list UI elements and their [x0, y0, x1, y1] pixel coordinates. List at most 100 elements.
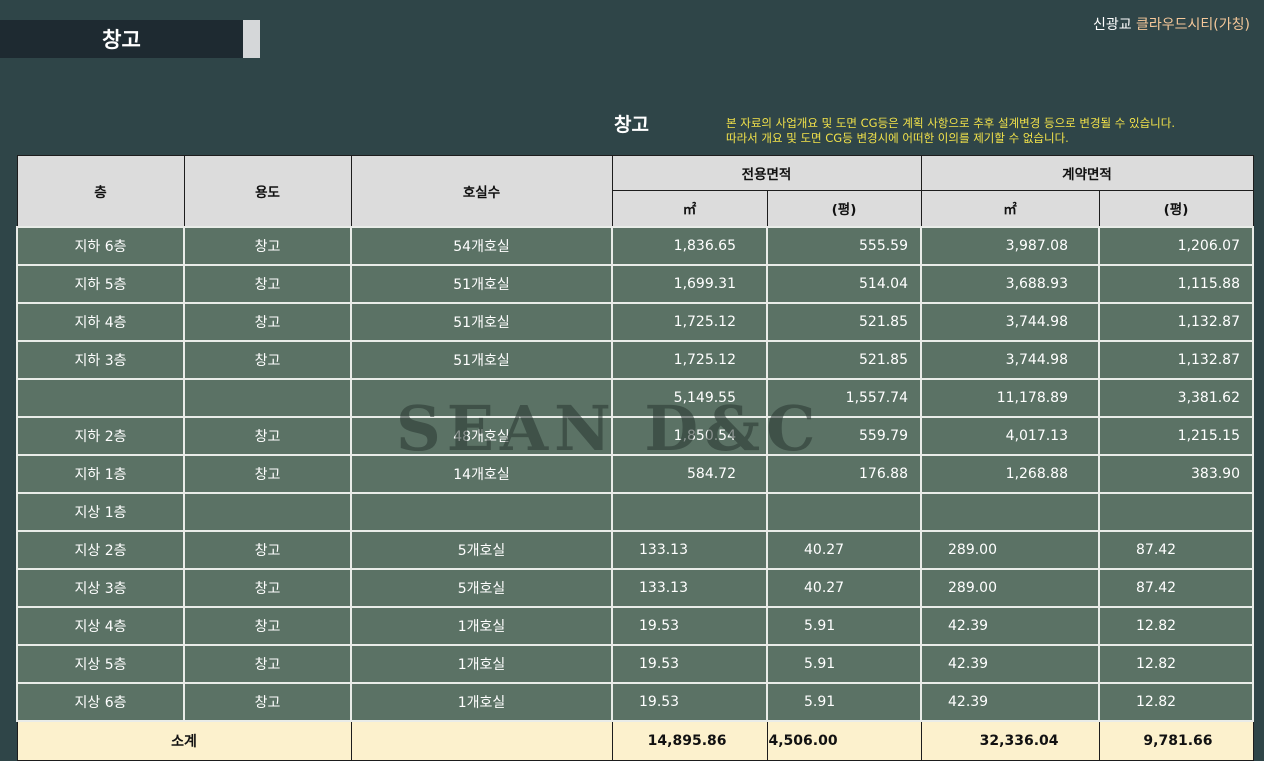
use-cell: 창고 [183, 681, 352, 722]
floor-cell: 지상 4층 [16, 605, 185, 646]
exclusive-m2-cell: 1,725.12 [611, 339, 768, 380]
table-row: 지하 4층 창고 51개호실 1,725.12 521.85 3,744.98 1,132.… [16, 301, 1254, 342]
contract-pyeong-cell: 1,132.87 [1098, 339, 1254, 380]
notice-line-2: 따라서 개요 및 도면 CG등 변경시에 어떠한 이의를 제기할 수 없습니다. [726, 131, 1069, 145]
contract-pyeong-cell: 383.90 [1098, 453, 1254, 494]
floor-cell: 지하 4층 [16, 301, 185, 342]
header-exclusive-m2: ㎡ [611, 190, 768, 227]
title-accent-block [243, 20, 260, 58]
use-cell [183, 491, 352, 532]
header-units: 호실수 [350, 155, 613, 227]
contract-pyeong-cell: 1,215.15 [1098, 415, 1254, 456]
floor-cell [16, 377, 185, 418]
exclusive-pyeong-cell: 176.88 [766, 453, 922, 494]
contract-m2-cell: 3,744.98 [920, 301, 1100, 342]
table-row: 지상 6층 창고 1개호실 19.53 5.91 42.39 12.82 [16, 681, 1254, 722]
use-cell [183, 377, 352, 418]
exclusive-m2-cell: 1,699.31 [611, 263, 768, 304]
header-exclusive-pyeong: (평) [766, 190, 922, 227]
units-cell: 1개호실 [350, 643, 613, 684]
floor-cell: 지하 6층 [16, 225, 185, 266]
contract-m2-cell: 42.39 [920, 681, 1100, 722]
brand-name: 클라우드시티(가칭) [1136, 17, 1250, 33]
table-row: 지하 5층 창고 51개호실 1,699.31 514.04 3,688.93 1,115.… [16, 263, 1254, 304]
exclusive-pyeong-cell: 40.27 [766, 567, 922, 608]
exclusive-pyeong-cell: 555.59 [766, 225, 922, 266]
total-contract-m2: 32,336.04 [920, 720, 1100, 761]
exclusive-m2-cell [611, 491, 768, 532]
contract-pyeong-cell: 1,132.87 [1098, 301, 1254, 342]
exclusive-m2-cell: 584.72 [611, 453, 768, 494]
contract-m2-cell: 42.39 [920, 605, 1100, 646]
exclusive-m2-cell: 1,836.65 [611, 225, 768, 266]
units-cell: 1개호실 [350, 681, 613, 722]
units-cell: 51개호실 [350, 263, 613, 304]
floor-cell: 지상 6층 [16, 681, 185, 722]
floor-cell: 지상 3층 [16, 567, 185, 608]
exclusive-m2-cell: 5,149.55 [611, 377, 768, 418]
use-cell: 창고 [183, 453, 352, 494]
exclusive-pyeong-cell: 521.85 [766, 339, 922, 380]
use-cell: 창고 [183, 301, 352, 342]
header-contract-pyeong: (평) [1098, 190, 1254, 227]
header-contract-m2: ㎡ [920, 190, 1100, 227]
section-title: 창고 [614, 114, 649, 136]
units-cell [350, 491, 613, 532]
header-contract-area: 계약면적 [920, 155, 1254, 191]
total-label: 소계 [16, 720, 352, 761]
units-cell: 48개호실 [350, 415, 613, 456]
table-row: 지하 6층 창고 54개호실 1,836.65 555.59 3,987.08 1,206.… [16, 225, 1254, 266]
contract-m2-cell: 42.39 [920, 643, 1100, 684]
table-row: 지하 2층 창고 48개호실 1,850.54 559.79 4,017.13 1,215.… [16, 415, 1254, 456]
contract-m2-cell: 3,987.08 [920, 225, 1100, 266]
table-row: 5,149.55 1,557.74 11,178.89 3,381.62 [16, 377, 1254, 418]
use-cell: 창고 [183, 643, 352, 684]
exclusive-pyeong-cell [766, 491, 922, 532]
contract-m2-cell: 1,268.88 [920, 453, 1100, 494]
contract-pyeong-cell: 3,381.62 [1098, 377, 1254, 418]
exclusive-pyeong-cell: 40.27 [766, 529, 922, 570]
disclaimer-notice: 본 자료의 사업개요 및 도면 CG등은 계획 사항으로 추후 설계변경 등으로… [726, 116, 1175, 146]
header-use: 용도 [183, 155, 352, 227]
floor-cell: 지상 2층 [16, 529, 185, 570]
table-row: 지하 1층 창고 14개호실 584.72 176.88 1,268.88 383.90 [16, 453, 1254, 494]
contract-m2-cell: 3,688.93 [920, 263, 1100, 304]
exclusive-m2-cell: 1,725.12 [611, 301, 768, 342]
table-row: 지상 2층 창고 5개호실 133.13 40.27 289.00 87.42 [16, 529, 1254, 570]
contract-m2-cell: 3,744.98 [920, 339, 1100, 380]
exclusive-m2-cell: 19.53 [611, 643, 768, 684]
exclusive-pyeong-cell: 5.91 [766, 643, 922, 684]
units-cell: 51개호실 [350, 339, 613, 380]
floor-cell: 지상 5층 [16, 643, 185, 684]
total-units [350, 720, 613, 761]
contract-pyeong-cell: 1,206.07 [1098, 225, 1254, 266]
exclusive-pyeong-cell: 5.91 [766, 681, 922, 722]
contract-m2-cell: 11,178.89 [920, 377, 1100, 418]
units-cell: 5개호실 [350, 529, 613, 570]
use-cell: 창고 [183, 567, 352, 608]
contract-pyeong-cell: 12.82 [1098, 643, 1254, 684]
use-cell: 창고 [183, 339, 352, 380]
title-bar: 창고 [0, 20, 243, 58]
table-row: 지상 4층 창고 1개호실 19.53 5.91 42.39 12.82 [16, 605, 1254, 646]
exclusive-m2-cell: 133.13 [611, 567, 768, 608]
exclusive-pyeong-cell: 5.91 [766, 605, 922, 646]
floor-cell: 지상 1층 [16, 491, 185, 532]
total-contract-pyeong: 9,781.66 [1098, 720, 1254, 761]
header-exclusive-area: 전용면적 [611, 155, 922, 191]
contract-m2-cell [920, 491, 1100, 532]
use-cell: 창고 [183, 529, 352, 570]
table-row: 지상 3층 창고 5개호실 133.13 40.27 289.00 87.42 [16, 567, 1254, 608]
exclusive-m2-cell: 19.53 [611, 605, 768, 646]
header-floor: 층 [16, 155, 185, 227]
contract-pyeong-cell: 12.82 [1098, 605, 1254, 646]
table-row: 지상 1층 [16, 491, 1254, 532]
exclusive-pyeong-cell: 1,557.74 [766, 377, 922, 418]
exclusive-pyeong-cell: 521.85 [766, 301, 922, 342]
warehouse-area-table: 층 용도 호실수 전용면적 계약면적 ㎡ (평) ㎡ (평) 지하 6층 창고 54… [16, 155, 1254, 761]
floor-cell: 지하 1층 [16, 453, 185, 494]
notice-line-1: 본 자료의 사업개요 및 도면 CG등은 계획 사항으로 추후 설계변경 등으로… [726, 116, 1175, 130]
total-exclusive-pyeong: 4,506.00 [766, 720, 922, 761]
table-row: 지하 3층 창고 51개호실 1,725.12 521.85 3,744.98 1,132.… [16, 339, 1254, 380]
use-cell: 창고 [183, 415, 352, 456]
